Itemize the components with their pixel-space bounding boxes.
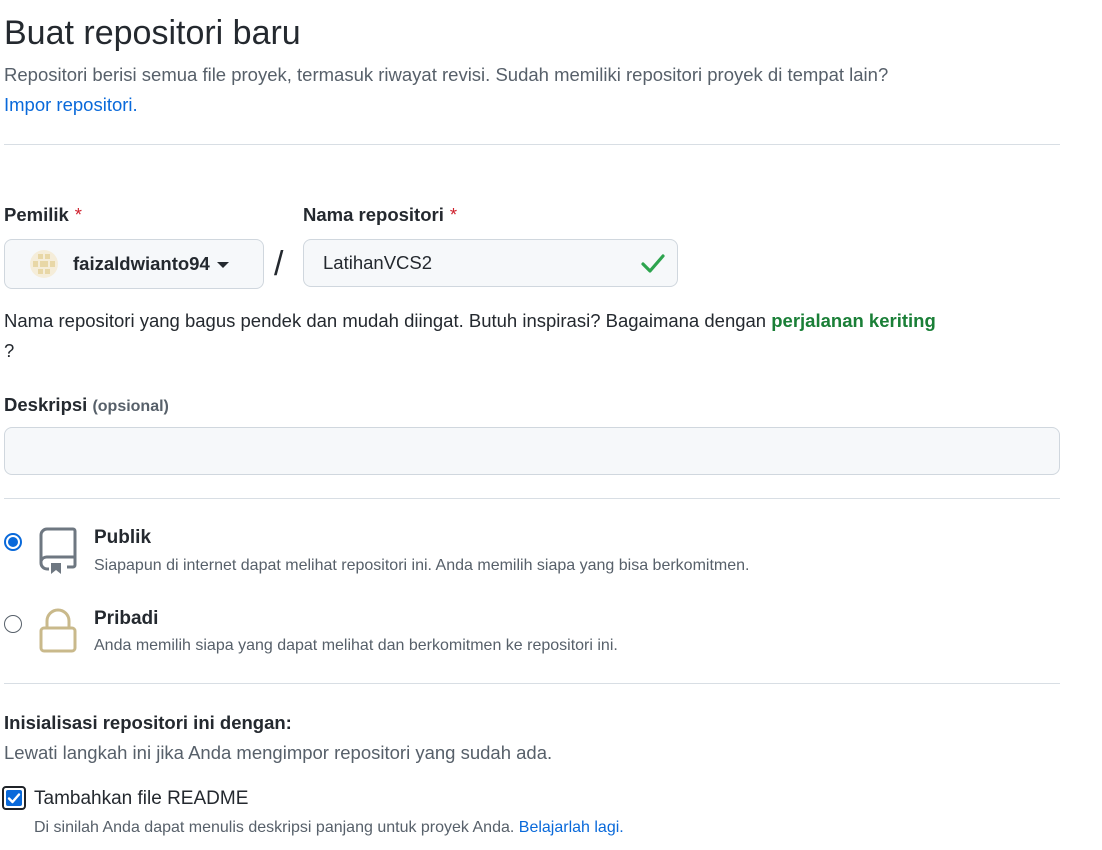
- divider: [4, 498, 1060, 499]
- divider: [4, 683, 1060, 684]
- readme-label[interactable]: Tambahkan file README: [34, 786, 248, 812]
- readme-description: Di sinilah Anda dapat menulis deskripsi …: [34, 817, 624, 839]
- owner-label: Pemilik *: [4, 202, 82, 228]
- visibility-private-description: Anda memilih siapa yang dapat melihat da…: [94, 637, 618, 654]
- check-icon: [641, 254, 665, 273]
- required-mark: *: [74, 204, 82, 225]
- init-section-title: Inisialisasi repositori ini dengan:: [4, 712, 292, 733]
- import-repository-link[interactable]: Impor repositori.: [4, 92, 138, 118]
- caret-down-icon: [216, 262, 229, 268]
- description-label: Deskripsi (opsional): [4, 392, 169, 420]
- optional-note: (opsional): [92, 398, 169, 415]
- lock-icon: [39, 608, 77, 653]
- owner-name: faizaldwianto94: [73, 253, 210, 274]
- page-subtitle: Repositori berisi semua file proyek, ter…: [4, 64, 889, 85]
- repo-name-label: Nama repositori *: [303, 202, 457, 228]
- checkmark-icon: [7, 793, 21, 804]
- identicon-avatar-graphic: [30, 250, 58, 278]
- description-input[interactable]: [4, 427, 1060, 475]
- repo-name-hint-suffix: ?: [4, 340, 15, 361]
- divider: [4, 144, 1060, 145]
- learn-more-link[interactable]: Belajarlah lagi.: [519, 819, 624, 836]
- description-label-text: Deskripsi: [4, 394, 88, 415]
- repo-name-field: [303, 239, 678, 287]
- visibility-public-description: Siapapun di internet dapat melihat repos…: [94, 557, 750, 574]
- required-mark: *: [449, 204, 458, 225]
- visibility-private-label: Pribadi: [94, 608, 159, 629]
- visibility-private-radio[interactable]: [4, 615, 22, 633]
- repo-name-input[interactable]: [304, 240, 643, 286]
- identicon-avatar: [29, 249, 59, 279]
- repo-name-hint-text: Nama repositori yang bagus pendek dan mu…: [4, 310, 772, 331]
- visibility-public-radio[interactable]: [4, 533, 22, 551]
- readme-checkbox-fill: [6, 790, 22, 806]
- repo-icon: [39, 527, 77, 574]
- readme-description-text: Di sinilah Anda dapat menulis deskripsi …: [34, 819, 515, 836]
- visibility-public-label: Publik: [94, 527, 152, 548]
- page-title: Buat repositori baru: [4, 14, 301, 52]
- repo-name-label-text: Nama repositori: [303, 204, 444, 225]
- owner-repo-separator: /: [274, 245, 284, 283]
- readme-checkbox[interactable]: [2, 786, 26, 810]
- owner-label-text: Pemilik: [4, 204, 69, 225]
- name-suggestion-link[interactable]: perjalanan keriting: [771, 310, 936, 331]
- init-section-subtitle: Lewati langkah ini jika Anda mengimpor r…: [4, 742, 553, 763]
- owner-select-button[interactable]: faizaldwianto94: [4, 239, 264, 289]
- repo-name-hint: Nama repositori yang bagus pendek dan mu…: [4, 306, 1064, 366]
